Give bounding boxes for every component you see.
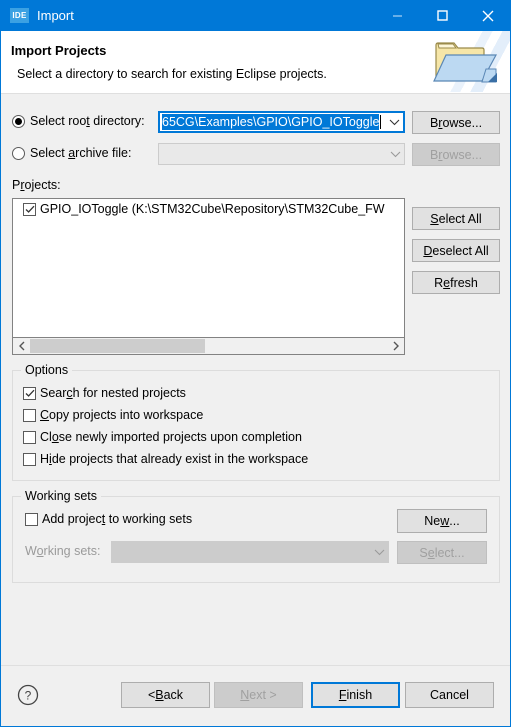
projects-label: Projects: (12, 178, 61, 192)
scrollbar-thumb[interactable] (30, 339, 205, 353)
minimize-icon[interactable] (375, 0, 420, 31)
finish-button[interactable]: Finish (311, 682, 400, 708)
checkbox-hide-existing[interactable] (23, 452, 36, 466)
list-item[interactable]: GPIO_IOToggle (K:\STM32Cube\Repository\S… (13, 199, 404, 216)
chevron-down-icon-archive[interactable] (386, 144, 404, 164)
cancel-button[interactable]: Cancel (405, 682, 494, 708)
page-title: Import Projects (11, 43, 107, 58)
add-project-to-working-sets[interactable]: Add project to working sets (25, 512, 192, 526)
options-group-title: Options (21, 363, 73, 377)
option-hide-existing[interactable]: Hide projects that already exist in the … (23, 452, 308, 466)
working-sets-combo[interactable] (111, 541, 389, 563)
archive-file-input[interactable] (159, 144, 386, 164)
folder-import-icon (430, 37, 500, 90)
project-label: GPIO_IOToggle (K:\STM32Cube\Repository\S… (40, 202, 385, 216)
option-close-projects-label: Close newly imported projects upon compl… (40, 430, 302, 444)
checkbox-search-nested[interactable] (23, 386, 36, 400)
option-close-projects[interactable]: Close newly imported projects upon compl… (23, 430, 302, 444)
projects-list[interactable]: GPIO_IOToggle (K:\STM32Cube\Repository\S… (12, 198, 405, 338)
projects-hscrollbar[interactable] (12, 338, 405, 355)
root-directory-combo[interactable]: 65CG\Examples\GPIO\GPIO_IOToggle (158, 111, 405, 133)
select-all-button[interactable]: Select All (412, 207, 500, 230)
archive-file-combo[interactable] (158, 143, 405, 165)
chevron-down-icon-working-sets[interactable] (370, 542, 388, 562)
deselect-all-button[interactable]: Deselect All (412, 239, 500, 262)
checkbox-close-projects[interactable] (23, 430, 36, 444)
maximize-icon[interactable] (420, 0, 465, 31)
close-icon[interactable] (465, 0, 510, 31)
option-search-nested-label: Search for nested projects (40, 386, 186, 400)
scrollbar-track[interactable] (30, 338, 387, 354)
add-project-to-working-sets-label: Add project to working sets (42, 512, 193, 526)
refresh-button[interactable]: Re fresh (412, 271, 500, 294)
working-sets-combo-label: Working sets: (25, 544, 101, 558)
scroll-left-icon[interactable] (13, 338, 30, 354)
radio-indicator-root (12, 114, 25, 128)
new-working-set-button[interactable]: Ne w... (397, 509, 487, 533)
import-dialog-window: IDE Import Import Projects Select a dire… (0, 0, 511, 727)
project-checkbox[interactable] (23, 202, 36, 216)
select-archive-file-radio[interactable]: Select archive file: (12, 146, 131, 160)
window-controls (375, 0, 510, 31)
dialog-body: Select root directory: 65CG\Examples\GPI… (1, 94, 510, 726)
option-hide-existing-label: Hide projects that already exist in the … (40, 452, 309, 466)
select-root-directory-radio[interactable]: Select root directory: (12, 114, 145, 128)
window-title: Import (37, 8, 74, 23)
scroll-right-icon[interactable] (387, 338, 404, 354)
ide-app-icon: IDE (10, 8, 29, 23)
root-directory-value: 65CG\Examples\GPIO\GPIO_IOToggle (162, 114, 380, 130)
chevron-down-icon[interactable] (385, 113, 403, 131)
select-root-directory-label: Select root directory: (30, 114, 145, 128)
checkbox-copy-projects[interactable] (23, 408, 36, 422)
radio-indicator-archive (12, 146, 25, 160)
next-button: Next > (214, 682, 303, 708)
working-sets-combo-value[interactable] (112, 542, 370, 562)
option-search-nested[interactable]: Search for nested projects (23, 386, 186, 400)
browse-archive-file-button: Br owse... (412, 143, 500, 166)
checkbox-add-working-sets[interactable] (25, 512, 38, 526)
working-sets-group-title: Working sets (21, 489, 102, 503)
option-copy-projects-label: Copy projects into workspace (40, 408, 204, 422)
title-bar: IDE Import (1, 0, 510, 31)
select-archive-file-label: Select archive file: (30, 146, 132, 160)
back-button[interactable]: < Back (121, 682, 210, 708)
page-description: Select a directory to search for existin… (17, 67, 327, 81)
svg-text:?: ? (25, 689, 32, 703)
browse-root-directory-button[interactable]: Br owse... (412, 111, 500, 134)
option-copy-projects[interactable]: Copy projects into workspace (23, 408, 203, 422)
select-working-set-button: Se lect... (397, 541, 487, 564)
help-icon[interactable]: ? (17, 684, 39, 709)
root-directory-input[interactable]: 65CG\Examples\GPIO\GPIO_IOToggle (160, 113, 385, 131)
wizard-header: Import Projects Select a directory to se… (1, 31, 510, 94)
dialog-footer: ? < Back Next > Finish Cancel (1, 665, 510, 726)
